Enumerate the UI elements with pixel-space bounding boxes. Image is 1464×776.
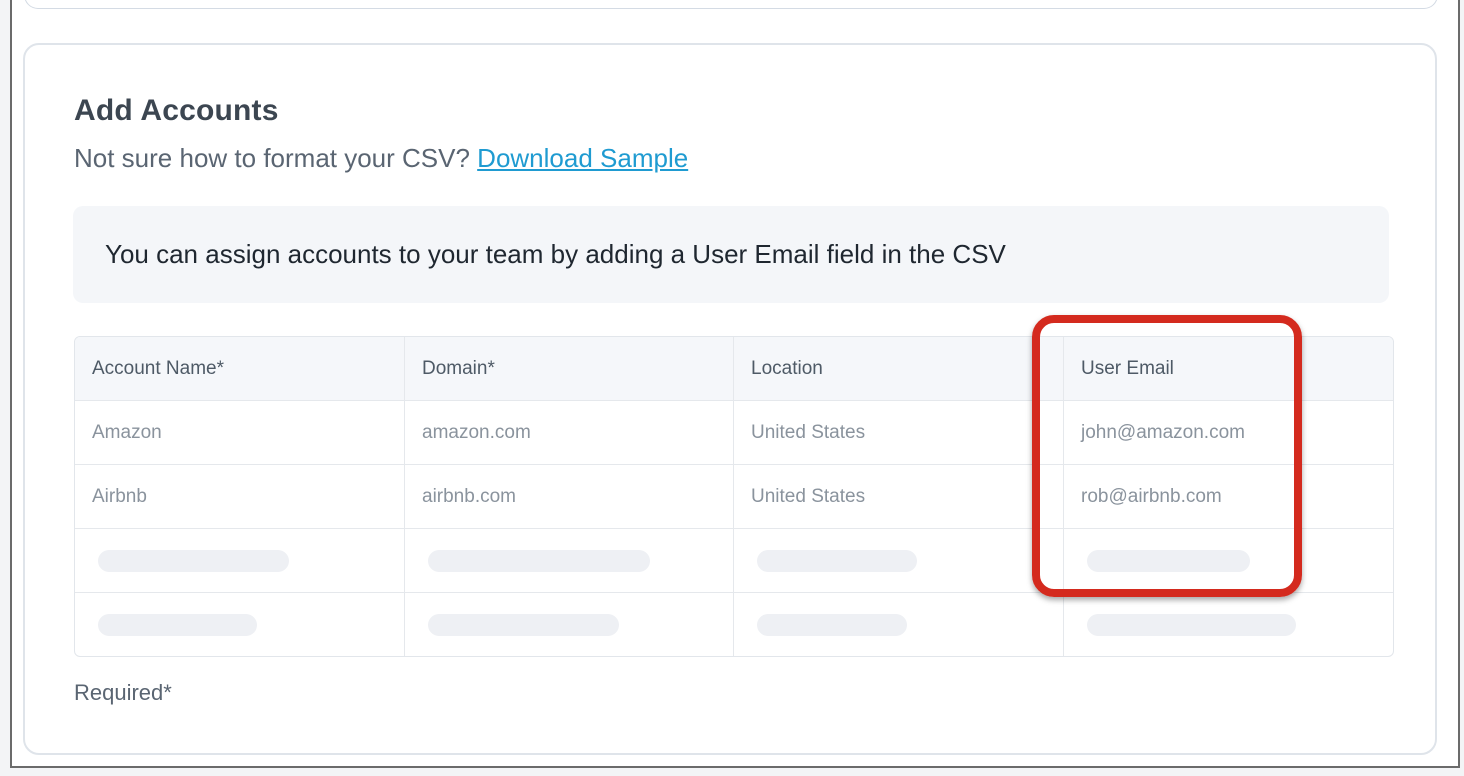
skeleton-bar — [1087, 614, 1296, 636]
placeholder-cell — [1064, 593, 1393, 656]
skeleton-bar — [98, 550, 289, 572]
info-text: You can assign accounts to your team by … — [105, 239, 1006, 269]
placeholder-cell — [734, 529, 1064, 593]
cell-account-name: Amazon — [75, 401, 405, 465]
skeleton-bar — [98, 614, 257, 636]
column-header-account-name: Account Name* — [75, 337, 405, 401]
required-note: Required* — [74, 680, 172, 705]
section-title: Add Accounts — [74, 94, 279, 127]
column-header-domain: Domain* — [405, 337, 734, 401]
table-row-placeholder — [75, 593, 1393, 656]
subtitle-text: Not sure how to format your CSV? — [74, 143, 478, 173]
cell-domain: amazon.com — [405, 401, 734, 465]
placeholder-cell — [75, 529, 405, 593]
placeholder-cell — [75, 593, 405, 656]
placeholder-cell — [405, 593, 734, 656]
cell-domain: airbnb.com — [405, 465, 734, 529]
info-banner: You can assign accounts to your team by … — [73, 206, 1389, 303]
download-sample-link[interactable]: Download Sample — [477, 143, 688, 173]
section-subtitle: Not sure how to format your CSV? Downloa… — [74, 143, 688, 174]
user-email-highlight-annotation — [1032, 315, 1302, 597]
cell-location: United States — [734, 465, 1064, 529]
previous-card-edge — [24, 0, 1438, 9]
skeleton-bar — [428, 614, 619, 636]
column-header-location: Location — [734, 337, 1064, 401]
skeleton-bar — [428, 550, 650, 572]
cell-account-name: Airbnb — [75, 465, 405, 529]
placeholder-cell — [405, 529, 734, 593]
skeleton-bar — [757, 614, 907, 636]
cell-location: United States — [734, 401, 1064, 465]
placeholder-cell — [734, 593, 1064, 656]
skeleton-bar — [757, 550, 917, 572]
